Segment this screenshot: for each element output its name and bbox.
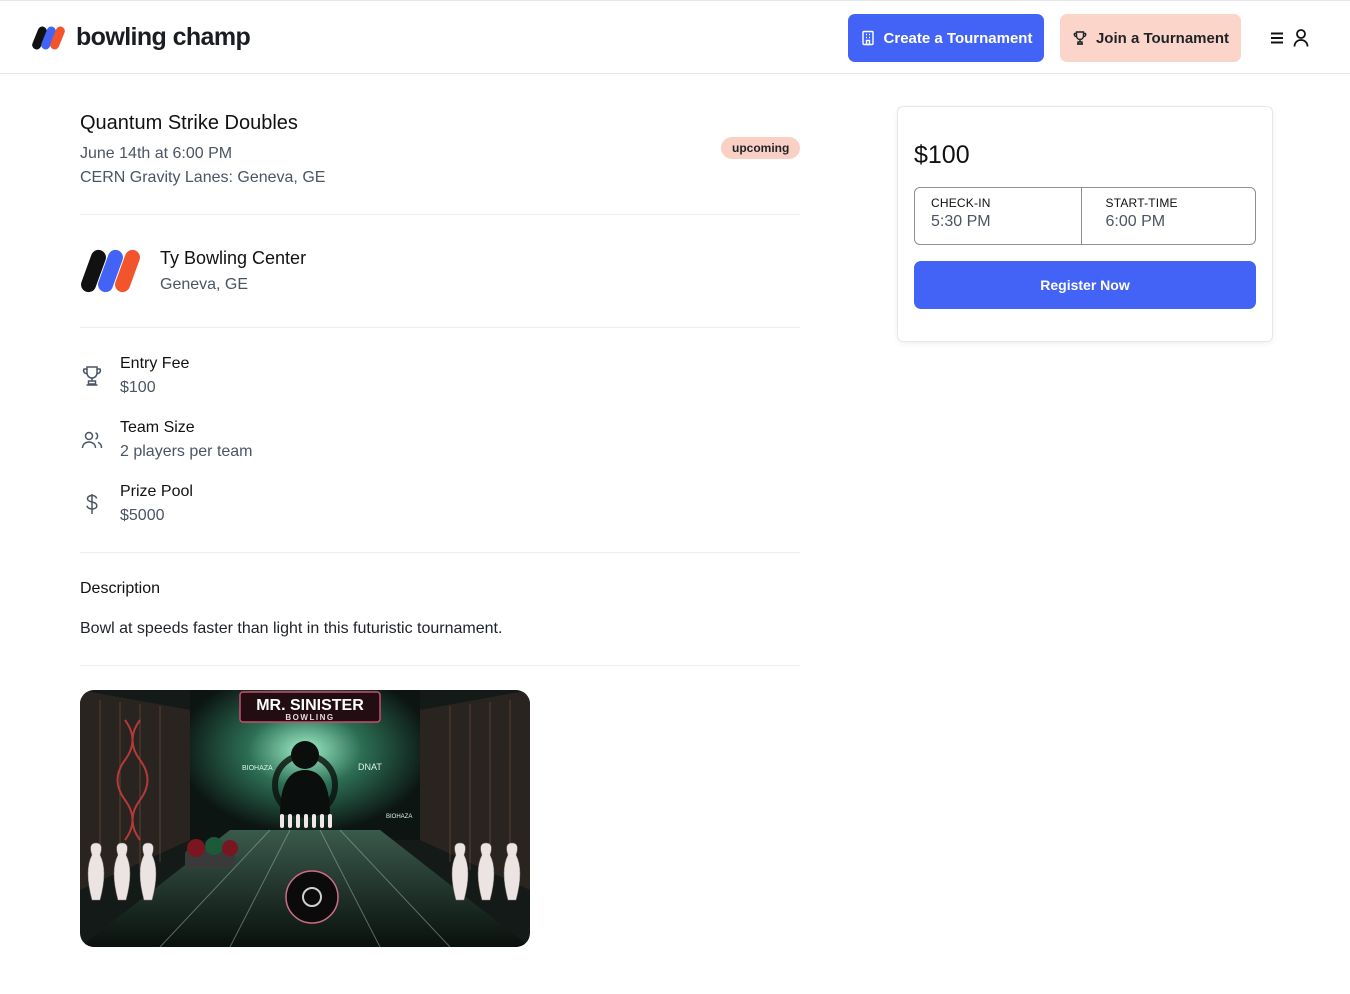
join-tournament-button[interactable]: Join a Tournament [1060,14,1241,62]
center-location: Geneva, GE [160,276,249,293]
brand-logo-icon [32,26,65,49]
poster-tag-left: BIOHAZA [242,765,273,772]
start-time-cell: START-TIME 6:00 PM [1080,188,1256,244]
checkin-value: 5:30 PM [931,213,991,230]
description-heading: Description [80,580,161,597]
status-badge: upcoming [721,137,801,159]
top-navigation-bar: bowling champ Create a Tournament Join a… [0,0,1350,74]
tournament-title: Quantum Strike Doubles [80,112,298,134]
poster-title: MR. SINISTER [256,697,364,714]
divider [80,327,800,328]
checkin-label: CHECK-IN [931,196,991,210]
poster-tag-bottom: BIOHAZA [386,814,412,820]
trophy-icon [82,366,102,386]
center-name[interactable]: Ty Bowling Center [160,248,306,269]
menu-icon[interactable] [1269,30,1285,46]
center-logo-icon [81,249,140,293]
users-icon [81,431,103,449]
team-size-label: Team Size [120,419,195,436]
entry-fee-label: Entry Fee [120,355,190,372]
dollar-icon [86,494,98,514]
divider [80,665,800,666]
registration-card: $100 CHECK-IN 5:30 PM START-TIME 6:00 PM… [897,106,1273,342]
join-tournament-label: Join a Tournament [1095,29,1230,47]
user-icon[interactable] [1292,28,1310,48]
trophy-icon [1073,31,1087,45]
brand-name: bowling champ [76,23,251,51]
prize-pool-value: $5000 [120,507,165,524]
team-size-value: 2 players per team [120,443,253,460]
registration-price: $100 [914,141,970,169]
checkin-cell: CHECK-IN 5:30 PM [915,188,1081,244]
entry-fee-value: $100 [120,379,156,396]
description-text: Bowl at speeds faster than light in this… [80,620,503,637]
tournament-poster-image: MR. SINISTER BOWLING BIOHAZA DNAT BIOHAZ… [80,690,530,947]
times-box: CHECK-IN 5:30 PM START-TIME 6:00 PM [914,187,1256,245]
create-tournament-button[interactable]: Create a Tournament [848,14,1044,62]
prize-pool-label: Prize Pool [120,483,193,500]
building-icon [861,30,874,46]
poster-subtitle: BOWLING [285,713,334,722]
start-time-label: START-TIME [1105,196,1178,210]
brand[interactable]: bowling champ [32,23,251,52]
divider [80,552,800,553]
poster-tag-right: DNAT [358,762,382,772]
tournament-date: June 14th at 6:00 PM [80,145,233,162]
create-tournament-label: Create a Tournament [883,29,1033,47]
divider [80,214,800,215]
register-now-button[interactable]: Register Now [914,261,1256,309]
start-time-value: 6:00 PM [1105,213,1166,230]
tournament-location: CERN Gravity Lanes: Geneva, GE [80,169,326,186]
